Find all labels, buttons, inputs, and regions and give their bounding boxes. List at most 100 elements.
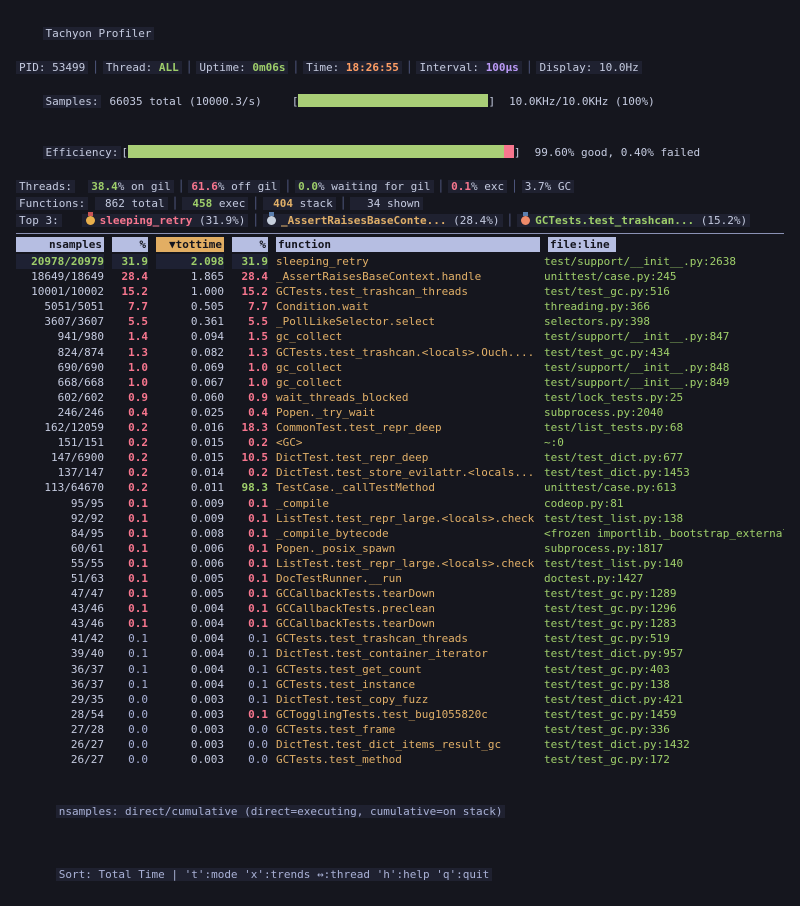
table-row[interactable]: 690/6901.00.0691.0gc_collecttest/support… [16, 360, 800, 375]
info-interval-value: 100µs [486, 61, 519, 74]
cell-nsamples: 246/246 [16, 405, 104, 420]
cell-pct-direct: 0.1 [112, 496, 148, 511]
table-row[interactable]: 28/540.00.0030.1GCTogglingTests.test_bug… [16, 707, 800, 722]
cell-file-line: test/support/__init__.py:2638 [544, 254, 784, 269]
cell-pct-direct: 0.1 [112, 571, 148, 586]
cell-pct-direct: 0.1 [112, 556, 148, 571]
samples-rate: 10.0KHz/10.0KHz (100%) [509, 95, 655, 108]
cell-nsamples: 51/63 [16, 571, 104, 586]
cell-function: DictTest.test_store_evilattr.<locals... [276, 465, 536, 480]
cell-file-line: ~:0 [544, 435, 784, 450]
cell-tottime: 0.004 [156, 631, 224, 646]
table-row[interactable]: 41/420.10.0040.1GCTests.test_trashcan_th… [16, 631, 800, 646]
table-row[interactable]: 137/1470.20.0140.2DictTest.test_store_ev… [16, 465, 800, 480]
cell-pct-cumulative: 15.2 [232, 284, 268, 299]
cell-pct-cumulative: 0.1 [232, 616, 268, 631]
separator: │ [503, 214, 518, 227]
table-row[interactable]: 27/280.00.0030.0GCTests.test_frametest/t… [16, 722, 800, 737]
table-row[interactable]: 147/69000.20.01510.5DictTest.test_repr_d… [16, 450, 800, 465]
column-header-file-line[interactable]: file:line [548, 237, 616, 252]
cell-file-line: doctest.py:1427 [544, 571, 784, 586]
table-row[interactable]: 51/630.10.0050.1DocTestRunner.__rundocte… [16, 571, 800, 586]
table-row[interactable]: 3607/36075.50.3615.5_PollLikeSelector.se… [16, 314, 800, 329]
column-header-pct-cumulative[interactable]: % [232, 237, 268, 252]
cell-function: GCTests.test_trashcan.<locals>.Ouch.... [276, 345, 536, 360]
cell-file-line: subprocess.py:2040 [544, 405, 784, 420]
efficiency-bar [128, 145, 514, 158]
cell-pct-cumulative: 28.4 [232, 269, 268, 284]
top3-function-name: sleeping_retry [100, 214, 193, 227]
cell-function: GCTests.test_trashcan_threads [276, 631, 536, 646]
top3-entry-3: GCTests.test_trashcan... (15.2%) [517, 214, 750, 227]
cell-tottime: 0.025 [156, 405, 224, 420]
cell-function: gc_collect [276, 375, 536, 390]
table-row[interactable]: 668/6681.00.0671.0gc_collecttest/support… [16, 375, 800, 390]
cell-nsamples: 55/55 [16, 556, 104, 571]
info-thread-value: ALL [159, 61, 179, 74]
table-row[interactable]: 84/950.10.0080.1_compile_bytecode<frozen… [16, 526, 800, 541]
table-row[interactable]: 162/120590.20.01618.3CommonTest.test_rep… [16, 420, 800, 435]
table-row[interactable]: 113/646700.20.01198.3TestCase._callTestM… [16, 480, 800, 495]
cell-file-line: selectors.py:398 [544, 314, 784, 329]
cell-nsamples: 92/92 [16, 511, 104, 526]
title-bar: Tachyon Profiler [16, 8, 800, 59]
info-bar: PID: 53499│Thread: ALL│Uptime: 0m06s│Tim… [16, 59, 800, 76]
cell-tottime: 0.069 [156, 360, 224, 375]
cell-pct-cumulative: 0.2 [232, 465, 268, 480]
cell-function: ListTest.test_repr_large.<locals>.check [276, 556, 536, 571]
cell-nsamples: 3607/3607 [16, 314, 104, 329]
table-row[interactable]: 36/370.10.0040.1GCTests.test_get_countte… [16, 662, 800, 677]
info-uptime-value: 0m06s [252, 61, 285, 74]
cell-pct-cumulative: 1.0 [232, 375, 268, 390]
table-row[interactable]: 5051/50517.70.5057.7Condition.waitthread… [16, 299, 800, 314]
info-uptime: Uptime: 0m06s [196, 61, 288, 74]
cell-pct-cumulative: 31.9 [232, 254, 268, 269]
top3-function-pct: (15.2%) [694, 214, 747, 227]
functions-stat-suffix: stack [293, 197, 333, 210]
cell-file-line: unittest/case.py:245 [544, 269, 784, 284]
functions-bar: Functions: 862 total│458 exec│404 stack│… [16, 195, 800, 212]
cell-pct-cumulative: 0.1 [232, 631, 268, 646]
table-row[interactable]: 941/9801.40.0941.5gc_collecttest/support… [16, 329, 800, 344]
threads-stat-value: 3.7 [525, 180, 545, 193]
column-header-tottime[interactable]: ▼tottime [156, 237, 224, 252]
cell-pct-direct: 0.0 [112, 752, 148, 767]
cell-pct-cumulative: 0.1 [232, 511, 268, 526]
table-row[interactable]: 36/370.10.0040.1GCTests.test_instancetes… [16, 677, 800, 692]
table-row[interactable]: 20978/2097931.92.09831.9sleeping_retryte… [16, 254, 800, 269]
info-interval: Interval: 100µs [416, 61, 521, 74]
cell-nsamples: 113/64670 [16, 480, 104, 495]
table-row[interactable]: 43/460.10.0040.1GCCallbackTests.tearDown… [16, 616, 800, 631]
functions-stat-value: 458 [185, 195, 212, 212]
info-pid-value: 53499 [52, 61, 85, 74]
table-row[interactable]: 29/350.00.0030.1DictTest.test_copy_fuzzt… [16, 692, 800, 707]
table-row[interactable]: 95/950.10.0090.1_compilecodeop.py:81 [16, 496, 800, 511]
functions-stat-value: 34 [353, 195, 380, 212]
table-row[interactable]: 47/470.10.0050.1GCCallbackTests.tearDown… [16, 586, 800, 601]
table-row[interactable]: 60/610.10.0060.1Popen._posix_spawnsubpro… [16, 541, 800, 556]
table-row[interactable]: 824/8741.30.0821.3GCTests.test_trashcan.… [16, 345, 800, 360]
cell-function: GCTogglingTests.test_bug1055820c [276, 707, 536, 722]
threads-stat: 0.1% exc [448, 180, 507, 193]
samples-row: Samples:66035 total (10000.3/s)[]10.0KHz… [16, 76, 800, 127]
cell-tottime: 0.505 [156, 299, 224, 314]
table-row[interactable]: 602/6020.90.0600.9wait_threads_blockedte… [16, 390, 800, 405]
table-row[interactable]: 43/460.10.0040.1GCCallbackTests.preclean… [16, 601, 800, 616]
column-header-nsamples[interactable]: nsamples [16, 237, 104, 252]
table-row[interactable]: 92/920.10.0090.1ListTest.test_repr_large… [16, 511, 800, 526]
table-row[interactable]: 18649/1864928.41.86528.4_AssertRaisesBas… [16, 269, 800, 284]
cell-function: Condition.wait [276, 299, 536, 314]
column-header-function[interactable]: function [276, 237, 540, 252]
cell-function: DictTest.test_container_iterator [276, 646, 536, 661]
cell-nsamples: 5051/5051 [16, 299, 104, 314]
info-pid: PID: 53499 [16, 61, 88, 74]
cell-file-line: test/test_gc.py:1459 [544, 707, 784, 722]
column-header-pct-direct[interactable]: % [112, 237, 148, 252]
table-row[interactable]: 26/270.00.0030.0GCTests.test_methodtest/… [16, 752, 800, 767]
table-row[interactable]: 10001/1000215.21.00015.2GCTests.test_tra… [16, 284, 800, 299]
table-row[interactable]: 55/550.10.0060.1ListTest.test_repr_large… [16, 556, 800, 571]
table-row[interactable]: 151/1510.20.0150.2<GC>~:0 [16, 435, 800, 450]
table-row[interactable]: 26/270.00.0030.0DictTest.test_dict_items… [16, 737, 800, 752]
table-row[interactable]: 39/400.10.0040.1DictTest.test_container_… [16, 646, 800, 661]
table-row[interactable]: 246/2460.40.0250.4Popen._try_waitsubproc… [16, 405, 800, 420]
